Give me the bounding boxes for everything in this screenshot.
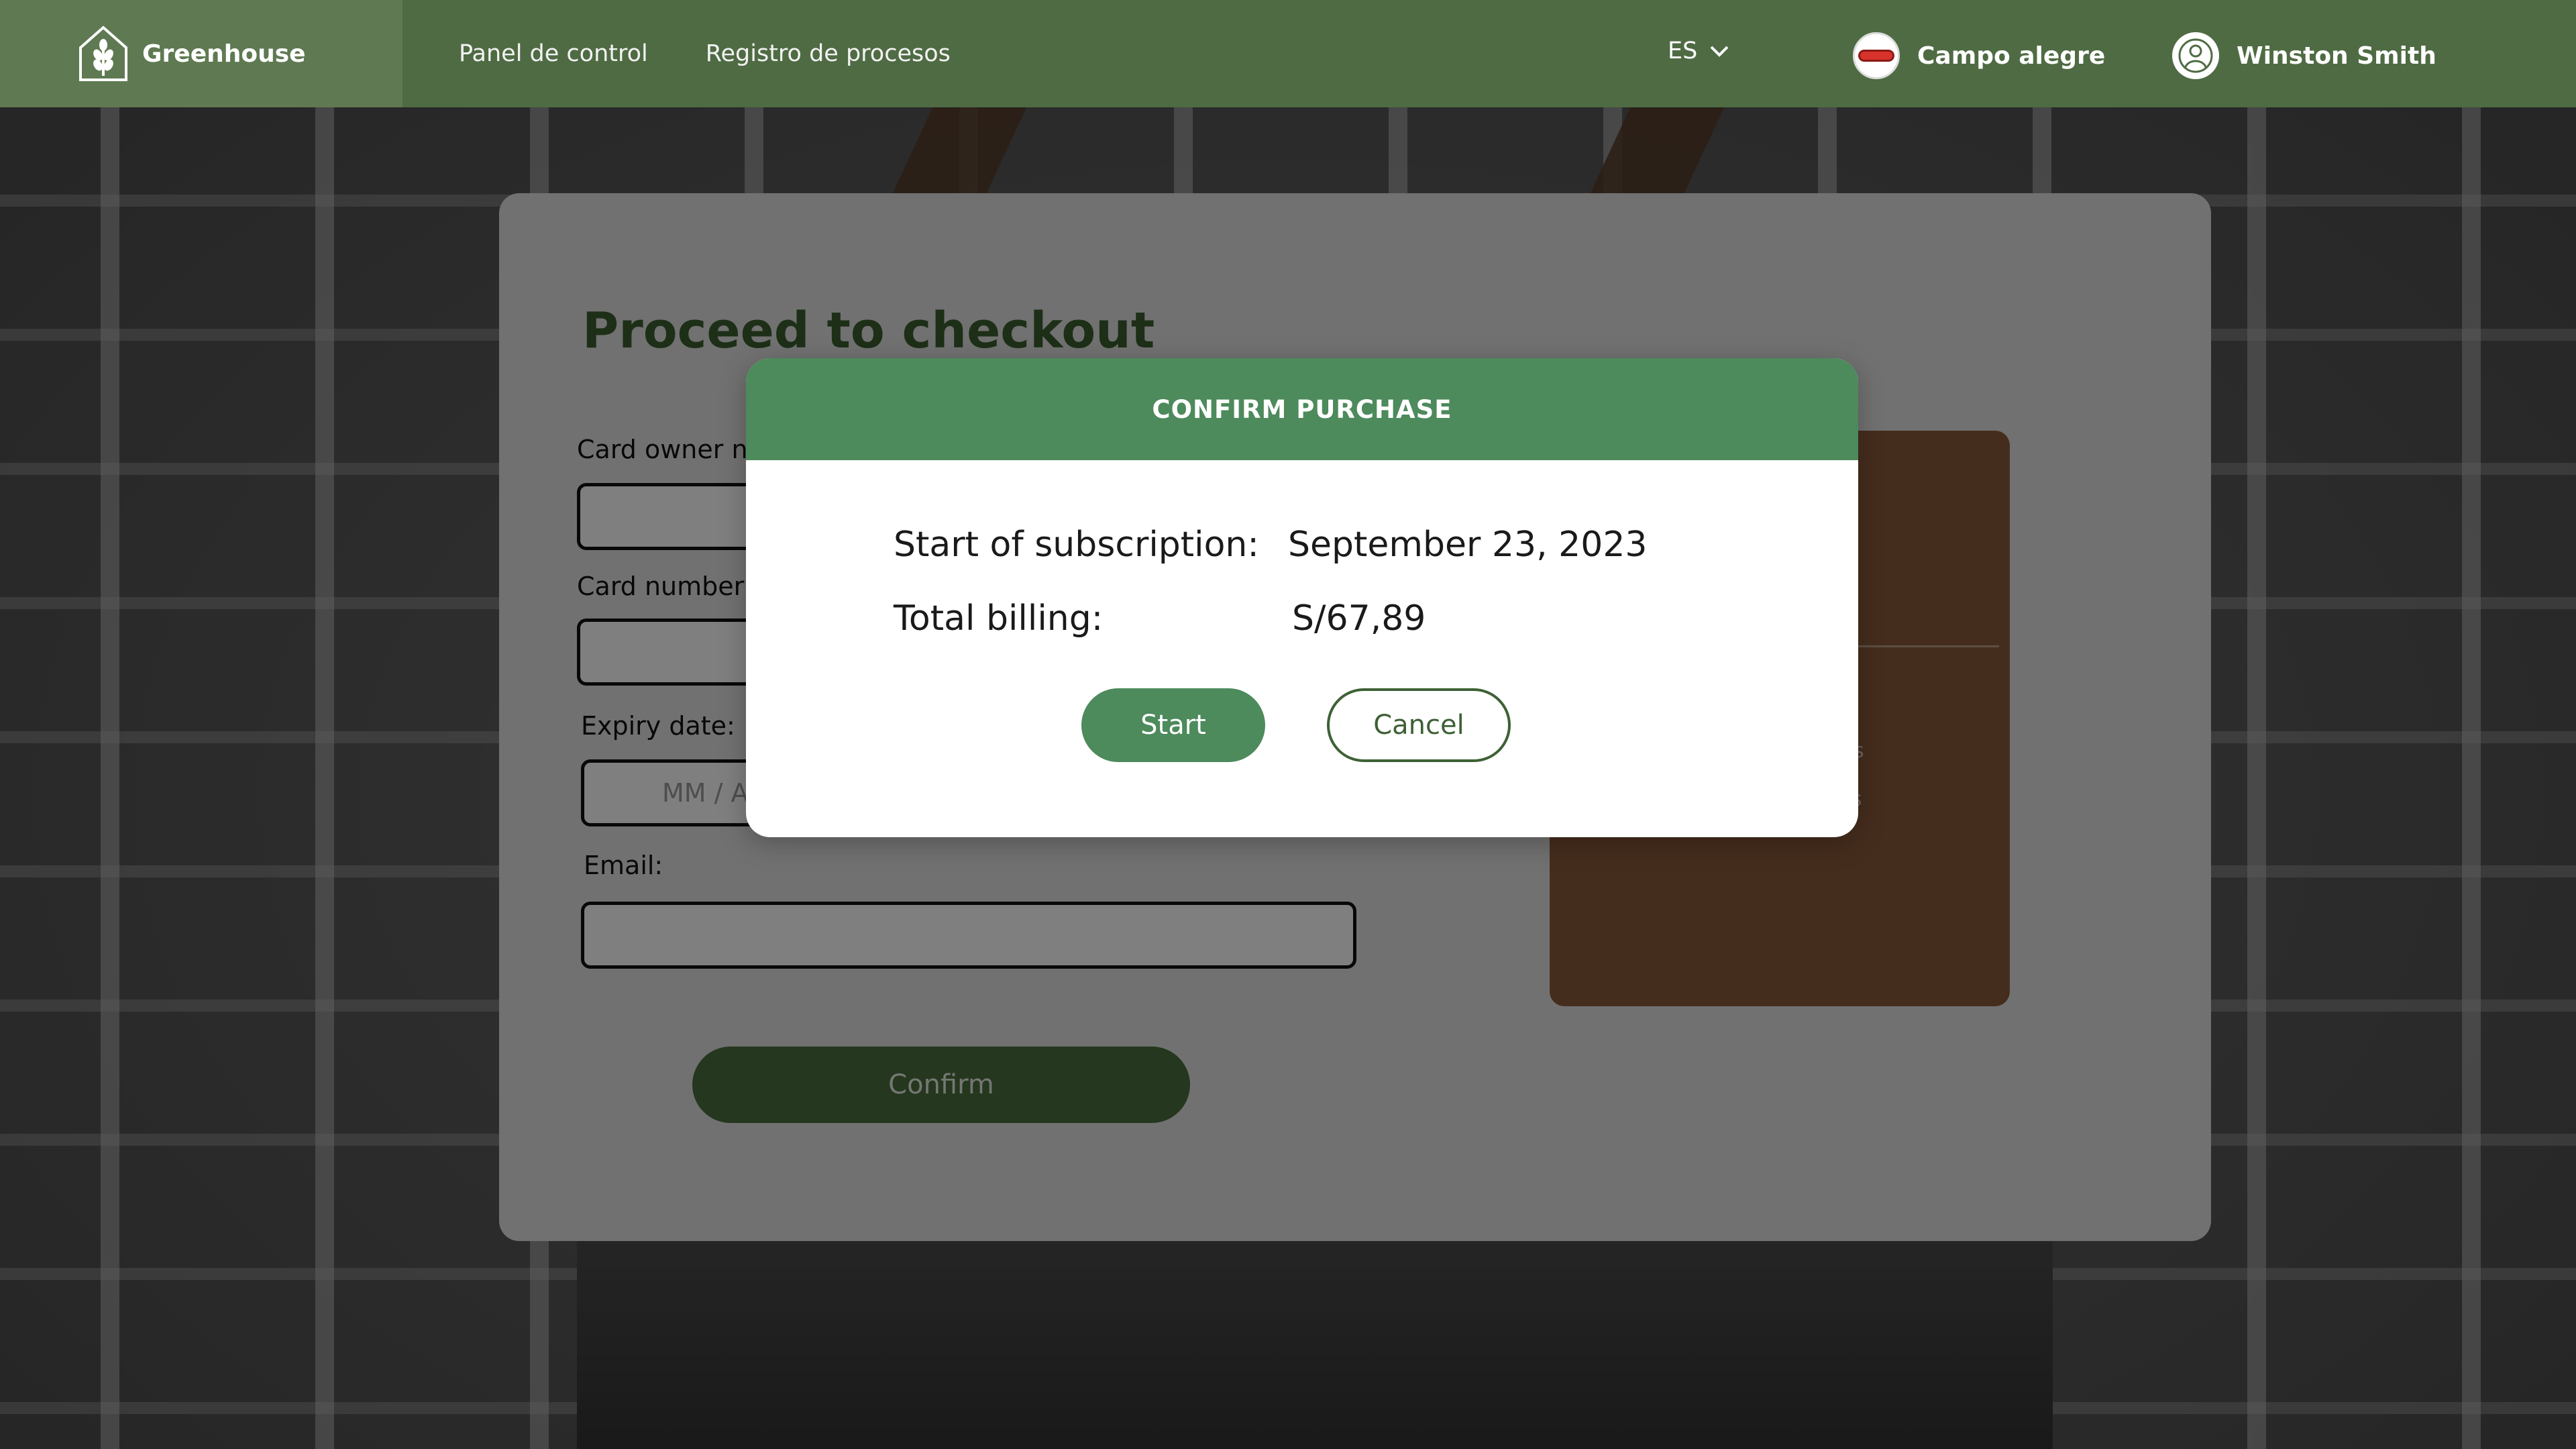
avatar: [2172, 32, 2219, 79]
user-icon: [2178, 38, 2213, 73]
total-billing-label: Total billing:: [894, 598, 1104, 639]
nav-link-dashboard[interactable]: Panel de control: [459, 40, 648, 67]
subscription-start-label: Start of subscription:: [894, 525, 1259, 565]
greenhouse-logo-icon: [79, 25, 127, 81]
top-navigation-bar: Greenhouse Panel de control Registro de …: [0, 0, 2576, 107]
start-button[interactable]: Start: [1081, 688, 1265, 762]
farm-logo-icon: [1853, 32, 1900, 79]
dialog-title: CONFIRM PURCHASE: [746, 358, 1858, 460]
farm-selector[interactable]: Campo alegre: [1853, 32, 2105, 79]
main-nav: Panel de control Registro de procesos: [459, 40, 951, 67]
chevron-down-icon: [1710, 46, 1729, 57]
cancel-button[interactable]: Cancel: [1327, 688, 1511, 762]
nav-link-process-log[interactable]: Registro de procesos: [706, 40, 951, 67]
farm-name: Campo alegre: [1917, 42, 2106, 70]
subscription-start-value: September 23, 2023: [1288, 525, 1648, 565]
user-menu[interactable]: Winston Smith: [2172, 32, 2436, 79]
brand-name: Greenhouse: [142, 40, 306, 68]
confirm-purchase-dialog: CONFIRM PURCHASE Start of subscription: …: [746, 358, 1858, 837]
language-label: ES: [1668, 38, 1698, 64]
total-billing-value: S/67,89: [1292, 598, 1426, 639]
user-name: Winston Smith: [2237, 42, 2436, 70]
language-selector[interactable]: ES: [1668, 38, 1729, 64]
brand[interactable]: Greenhouse: [0, 0, 402, 107]
